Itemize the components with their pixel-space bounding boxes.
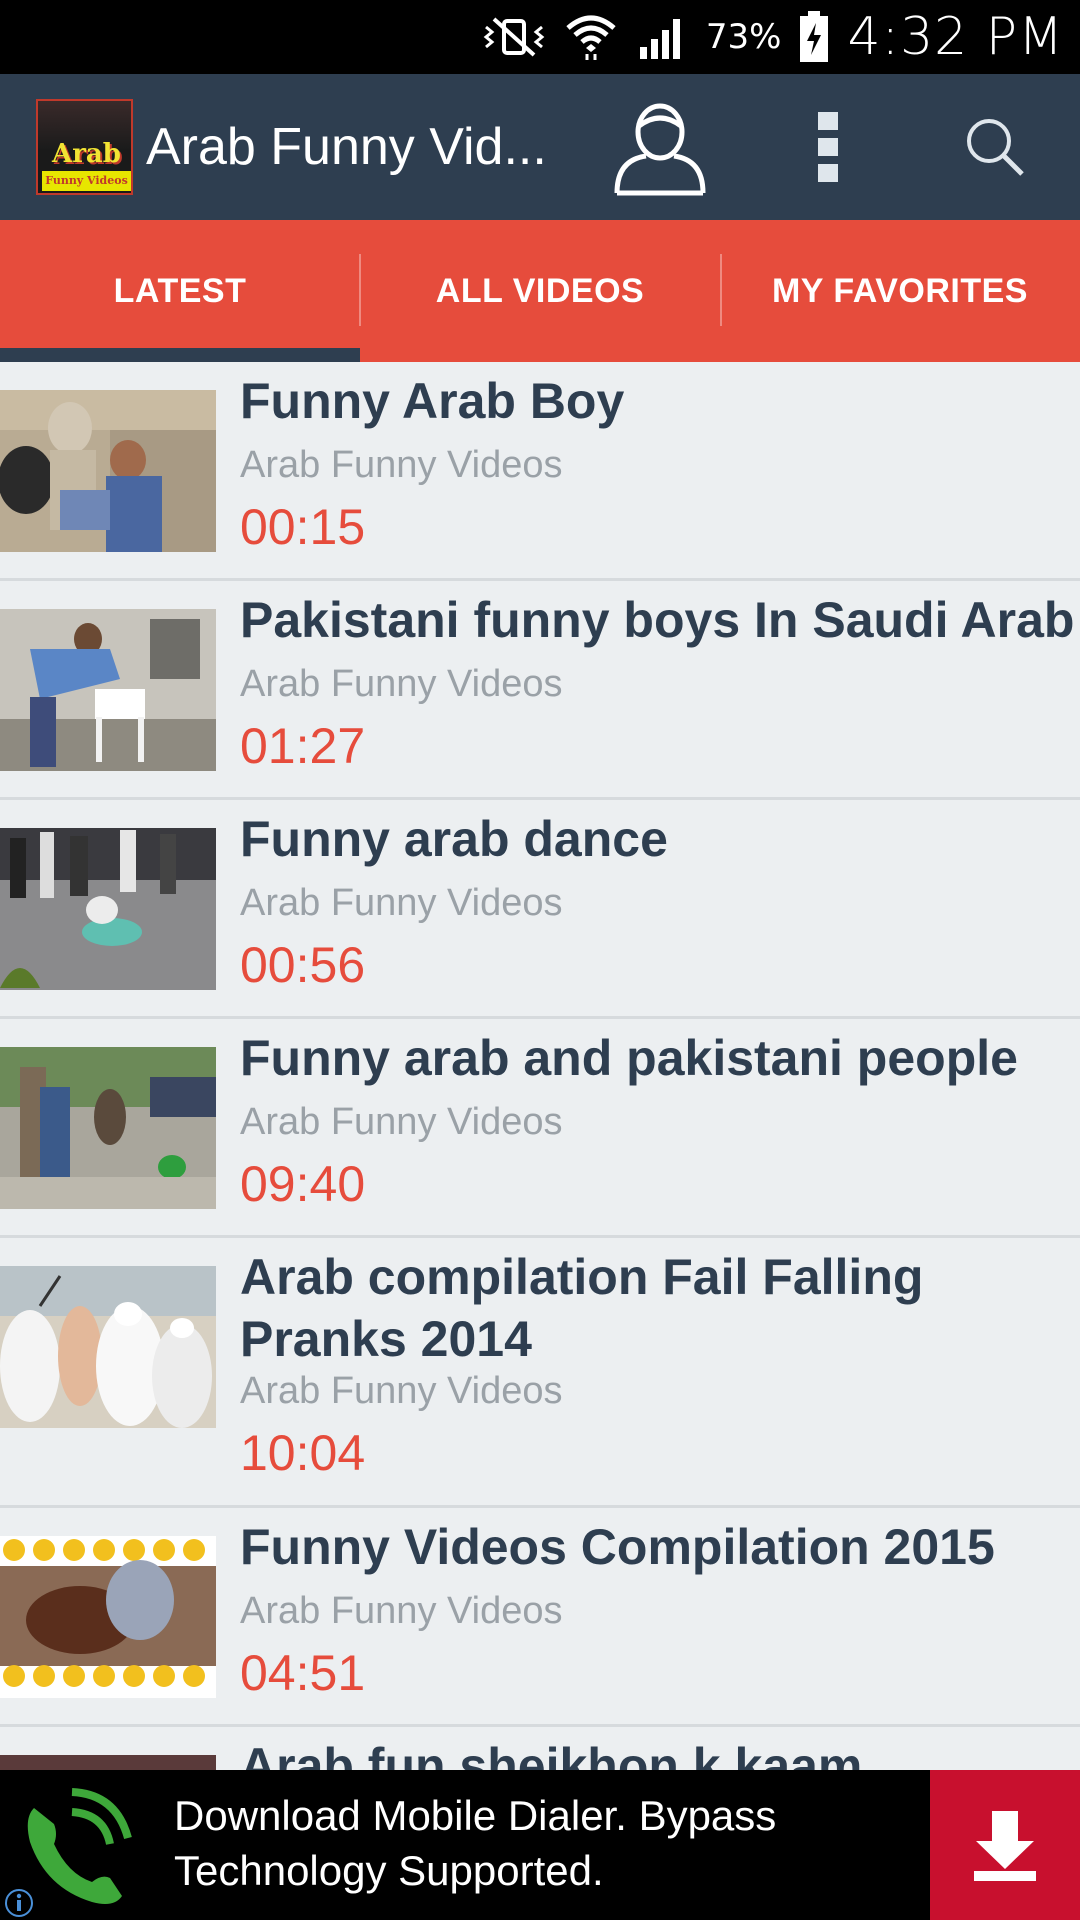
app-bar: Arab Funny Videos Arab Funny Vid...: [0, 74, 1080, 220]
logo-subtext: Funny Videos: [42, 171, 131, 191]
video-title: Funny arab dance: [240, 811, 668, 867]
list-item[interactable]: Funny arab and pakistani people Arab Fun…: [0, 1019, 1080, 1238]
list-item[interactable]: Pakistani funny boys In Saudi Arab Arab …: [0, 581, 1080, 800]
video-channel: Arab Funny Videos: [240, 1370, 563, 1412]
video-list[interactable]: Funny Arab Boy Arab Funny Videos 00:15 P…: [0, 362, 1080, 1770]
status-bar: 73% 4:32 PM: [0, 0, 1080, 74]
tab-all-videos[interactable]: ALL VIDEOS: [360, 220, 720, 362]
ad-text: Download Mobile Dialer. Bypass Technolog…: [174, 1792, 777, 1894]
list-item[interactable]: Arab compilation Fail Falling Pranks 201…: [0, 1238, 1080, 1508]
logo-text: Arab: [52, 139, 121, 169]
tab-latest[interactable]: LATEST: [0, 220, 360, 362]
signal-icon: [636, 13, 688, 61]
mute-vibrate-icon: [482, 15, 546, 59]
video-duration: 00:56: [240, 937, 366, 993]
more-vert-icon[interactable]: [790, 74, 866, 220]
video-duration: 09:40: [240, 1156, 366, 1212]
video-title: Funny arab and pakistani people: [240, 1030, 1018, 1086]
list-item[interactable]: Funny arab dance Arab Funny Videos 00:56: [0, 800, 1080, 1019]
video-channel: Arab Funny Videos: [240, 1590, 563, 1632]
status-time: 4:32 PM: [847, 7, 1064, 67]
video-duration: 01:27: [240, 718, 366, 774]
video-title: Funny Videos Compilation 2015: [240, 1519, 995, 1575]
battery-percent: 73%: [705, 17, 782, 57]
video-thumbnail[interactable]: [0, 1047, 216, 1209]
list-item[interactable]: Arab fun sheikhon k kaam: [0, 1727, 1080, 1770]
video-channel: Arab Funny Videos: [240, 444, 563, 486]
app-title: Arab Funny Vid...: [146, 118, 546, 176]
video-thumbnail[interactable]: [0, 390, 216, 552]
video-channel: Arab Funny Videos: [240, 663, 563, 705]
video-title: Funny Arab Boy: [240, 373, 625, 429]
video-channel: Arab Funny Videos: [240, 882, 563, 924]
video-channel: Arab Funny Videos: [240, 1101, 563, 1143]
video-duration: 04:51: [240, 1645, 366, 1701]
search-icon[interactable]: [950, 74, 1040, 220]
video-title: Arab fun sheikhon k kaam: [240, 1738, 863, 1770]
download-icon[interactable]: [930, 1770, 1080, 1920]
video-thumbnail[interactable]: [0, 1755, 216, 1770]
wifi-icon: [564, 12, 618, 62]
video-title: Pakistani funny boys In Saudi Arab: [240, 592, 1075, 648]
video-title: Arab compilation Fail Falling Pranks 201…: [240, 1249, 924, 1367]
video-duration: 10:04: [240, 1425, 366, 1481]
video-thumbnail[interactable]: [0, 1266, 216, 1428]
app-logo[interactable]: Arab Funny Videos: [36, 99, 133, 195]
video-thumbnail[interactable]: [0, 828, 216, 990]
user-icon[interactable]: [598, 74, 722, 220]
battery-icon: [799, 11, 829, 63]
tab-bar: LATEST ALL VIDEOS MY FAVORITES: [0, 220, 1080, 362]
list-item[interactable]: Funny Arab Boy Arab Funny Videos 00:15: [0, 362, 1080, 581]
video-thumbnail[interactable]: [0, 1536, 216, 1698]
tab-my-favorites[interactable]: MY FAVORITES: [720, 220, 1080, 362]
video-duration: 00:15: [240, 499, 366, 555]
video-thumbnail[interactable]: [0, 609, 216, 771]
info-icon[interactable]: [4, 1888, 34, 1918]
tab-selected-indicator: [0, 348, 360, 362]
list-item[interactable]: Funny Videos Compilation 2015 Arab Funny…: [0, 1508, 1080, 1727]
ad-banner[interactable]: Download Mobile Dialer. Bypass Technolog…: [0, 1770, 1080, 1920]
